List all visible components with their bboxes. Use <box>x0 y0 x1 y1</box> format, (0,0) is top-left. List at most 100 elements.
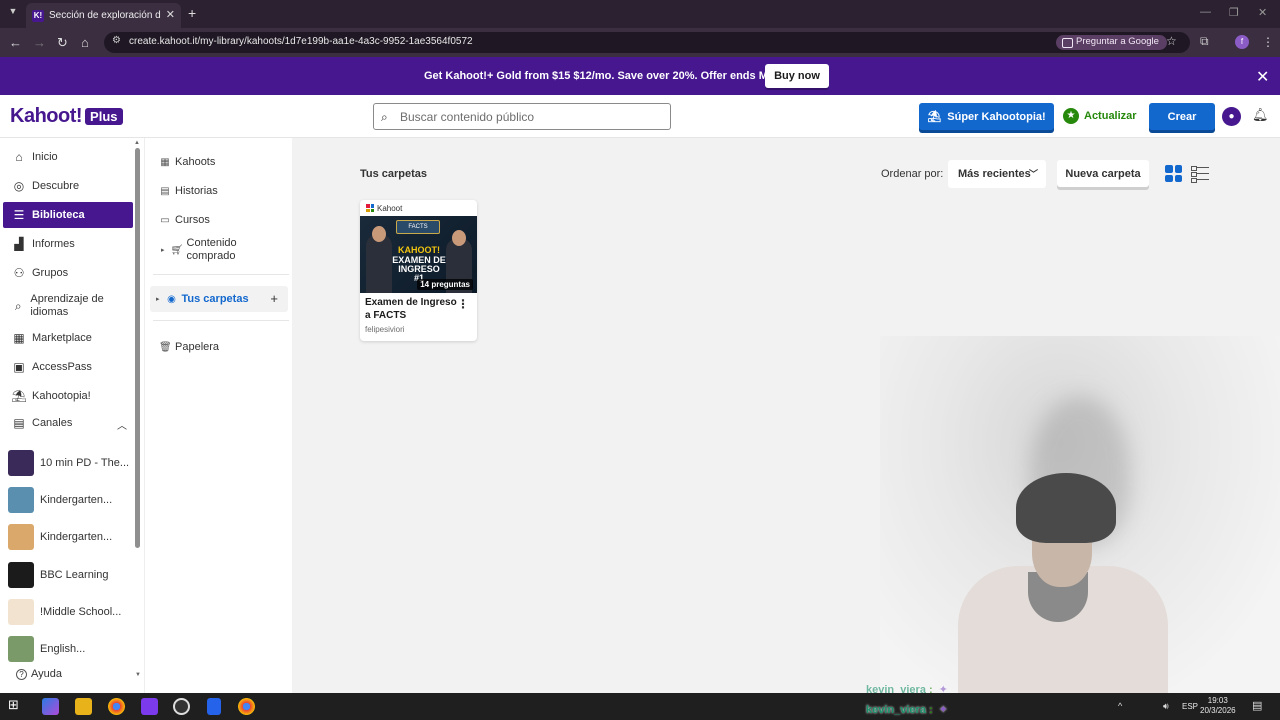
close-banner-icon[interactable]: ✕ <box>1256 67 1269 87</box>
sidebar-item-grupos[interactable]: ⚇ Grupos <box>3 260 133 286</box>
sidebar-item-aprendizaje[interactable]: ⌕ Aprendizaje de idiomas <box>3 290 133 322</box>
sort-dropdown[interactable]: Más recientes ﹀ <box>948 160 1046 188</box>
card-title[interactable]: Examen de Ingreso a FACTS <box>365 296 457 322</box>
browser-tab[interactable]: K! Sección de exploración de kahoo ✕ <box>26 3 181 28</box>
obs-icon[interactable] <box>173 698 190 715</box>
browser-menu-icon[interactable]: ⋮ <box>1262 35 1274 49</box>
user-avatar-icon[interactable]: ● <box>1222 107 1241 126</box>
buy-now-button[interactable]: Buy now <box>765 64 829 88</box>
library-item-label: Kahoots <box>175 156 216 168</box>
search-input[interactable] <box>400 108 660 126</box>
extensions-icon[interactable]: ⧉ <box>1200 34 1209 49</box>
sidebar-item-label: Aprendizaje de idiomas <box>30 293 104 318</box>
notifications-icon[interactable]: ▤ <box>1252 699 1262 712</box>
sort-value: Más recientes <box>958 168 1031 180</box>
caret-right-icon[interactable]: ▸ <box>161 246 165 254</box>
grid-view-icon[interactable] <box>1165 165 1182 182</box>
channel-label: !Middle School... <box>40 606 122 618</box>
channel-avatar <box>8 562 34 588</box>
search-box[interactable]: ⌕ <box>373 103 671 130</box>
sidebar-item-biblioteca[interactable]: ☰ Biblioteca <box>3 202 133 228</box>
library-item-label: Tus carpetas <box>181 293 249 305</box>
windows-start-icon[interactable]: ⊞ <box>8 697 25 714</box>
tab-search-icon[interactable]: ▼ <box>6 6 20 20</box>
library-item-papelera[interactable]: 🗑︎ Papelera <box>159 341 219 353</box>
copilot-icon[interactable] <box>42 698 59 715</box>
new-folder-button[interactable]: Nueva carpeta <box>1057 160 1149 187</box>
library-item-historias[interactable]: ▤ Historias <box>159 185 218 197</box>
clock[interactable]: 19:03 20/3/2026 <box>1200 696 1236 716</box>
obs-app-icon[interactable] <box>141 698 158 715</box>
sidebar-item-marketplace[interactable]: ▦ Marketplace <box>3 325 133 351</box>
kahoot-card[interactable]: Kahoot FACTS KAHOOT! EXAMEN DE INGRESO #… <box>360 200 477 341</box>
help-label: Ayuda <box>31 668 62 680</box>
app-icon[interactable] <box>207 698 221 715</box>
profile-avatar[interactable]: f <box>1235 35 1249 49</box>
webcam-overlay <box>880 336 1280 693</box>
channel-item[interactable]: 10 min PD - The... <box>8 449 133 477</box>
star-icon: ★ <box>1063 108 1079 124</box>
file-explorer-icon[interactable] <box>75 698 92 715</box>
ask-google-button[interactable]: Preguntar a Google <box>1056 35 1167 50</box>
logo-text: Kahoot! <box>10 105 83 127</box>
kahootopia-button[interactable]: ⛱ Súper Kahootopia! <box>919 103 1054 130</box>
app-header: Kahoot! Plus ⌕ ⛱ Súper Kahootopia! ★ Act… <box>0 95 1280 138</box>
channel-label: English... <box>40 643 86 655</box>
home-icon[interactable]: ⌂ <box>81 35 89 50</box>
address-bar[interactable]: ⚙ create.kahoot.it/my-library/kahoots/1d… <box>104 32 1190 53</box>
notification-bell-icon[interactable]: 🔔︎ <box>1252 107 1269 123</box>
channel-item[interactable]: Kindergarten... <box>8 486 133 514</box>
thumbnail-brand: KAHOOT! <box>398 245 440 255</box>
sidebar-item-label: Grupos <box>32 267 69 279</box>
chrome-profile-icon[interactable] <box>238 698 255 715</box>
compass-icon: ◎ <box>13 179 25 193</box>
card-menu-icon[interactable]: ⋮ <box>457 297 469 311</box>
scroll-down-icon[interactable]: ▼ <box>135 672 141 678</box>
tab-close-icon[interactable]: ✕ <box>166 8 175 21</box>
channel-item[interactable]: BBC Learning <box>8 561 133 589</box>
new-tab-icon[interactable]: + <box>188 5 196 21</box>
sidebar-item-inicio[interactable]: ⌂ Inicio <box>3 144 133 170</box>
sidebar-item-label: Kahootopia! <box>32 390 91 402</box>
sidebar-item-kahootopia[interactable]: ⛱ Kahootopia! <box>3 383 133 409</box>
main-sidebar: ⌂ Inicio ◎ Descubre ☰ Biblioteca ▟ Infor… <box>0 138 144 693</box>
chrome-icon[interactable] <box>108 698 125 715</box>
reload-icon[interactable]: ↻ <box>57 35 68 51</box>
back-icon[interactable]: ← <box>9 35 22 50</box>
create-button[interactable]: Crear <box>1149 103 1215 130</box>
tray-chevron-icon[interactable]: ^ <box>1118 701 1122 711</box>
channel-label: 10 min PD - The... <box>40 457 130 469</box>
help-link[interactable]: ? Ayuda <box>16 668 62 680</box>
forward-icon[interactable]: → <box>33 35 46 50</box>
sidebar-item-accesspass[interactable]: ▣ AccessPass <box>3 354 133 380</box>
scroll-up-icon[interactable]: ▲ <box>134 140 140 146</box>
channel-item[interactable]: Kindergarten... <box>8 523 133 551</box>
sidebar-item-label: Inicio <box>32 151 58 163</box>
channel-item[interactable]: !Middle School... <box>8 598 133 626</box>
library-item-kahoots[interactable]: ▦ Kahoots <box>159 156 215 168</box>
update-button[interactable]: ★ Actualizar <box>1063 108 1137 124</box>
language-indicator[interactable]: ESP <box>1182 702 1198 711</box>
clock-date: 20/3/2026 <box>1200 706 1236 715</box>
sidebar-scrollbar[interactable] <box>135 148 140 548</box>
library-item-tus-carpetas[interactable]: ▸ ◉ Tus carpetas + <box>150 286 288 312</box>
volume-icon[interactable]: 🔊︎ <box>1163 701 1169 712</box>
restore-icon[interactable]: ❐ <box>1229 6 1239 19</box>
sidebar-item-descubre[interactable]: ◎ Descubre <box>3 173 133 199</box>
site-info-icon[interactable]: ⚙ <box>112 35 121 46</box>
library-item-cursos[interactable]: ▭ Cursos <box>159 214 210 226</box>
kahoot-logo[interactable]: Kahoot! Plus <box>10 105 123 128</box>
minimize-icon[interactable]: — <box>1200 6 1211 18</box>
sidebar-item-informes[interactable]: ▟ Informes <box>3 231 133 257</box>
caret-right-icon[interactable]: ▸ <box>156 295 160 303</box>
list-view-icon[interactable] <box>1191 165 1209 183</box>
add-folder-icon[interactable]: + <box>270 291 278 306</box>
library-item-contenido-comprado[interactable]: ▸ 🛒︎ Contenido comprado <box>161 237 261 263</box>
sidebar-item-canales[interactable]: ▤ Canales ︿ <box>3 410 133 436</box>
language-icon: ⌕ <box>14 298 22 313</box>
chevron-up-icon[interactable]: ︿ <box>117 417 127 432</box>
page-title: Tus carpetas <box>360 168 428 180</box>
channel-item[interactable]: English... <box>8 635 133 663</box>
close-window-icon[interactable]: ✕ <box>1258 6 1267 19</box>
bookmark-star-icon[interactable]: ☆ <box>1166 34 1177 48</box>
